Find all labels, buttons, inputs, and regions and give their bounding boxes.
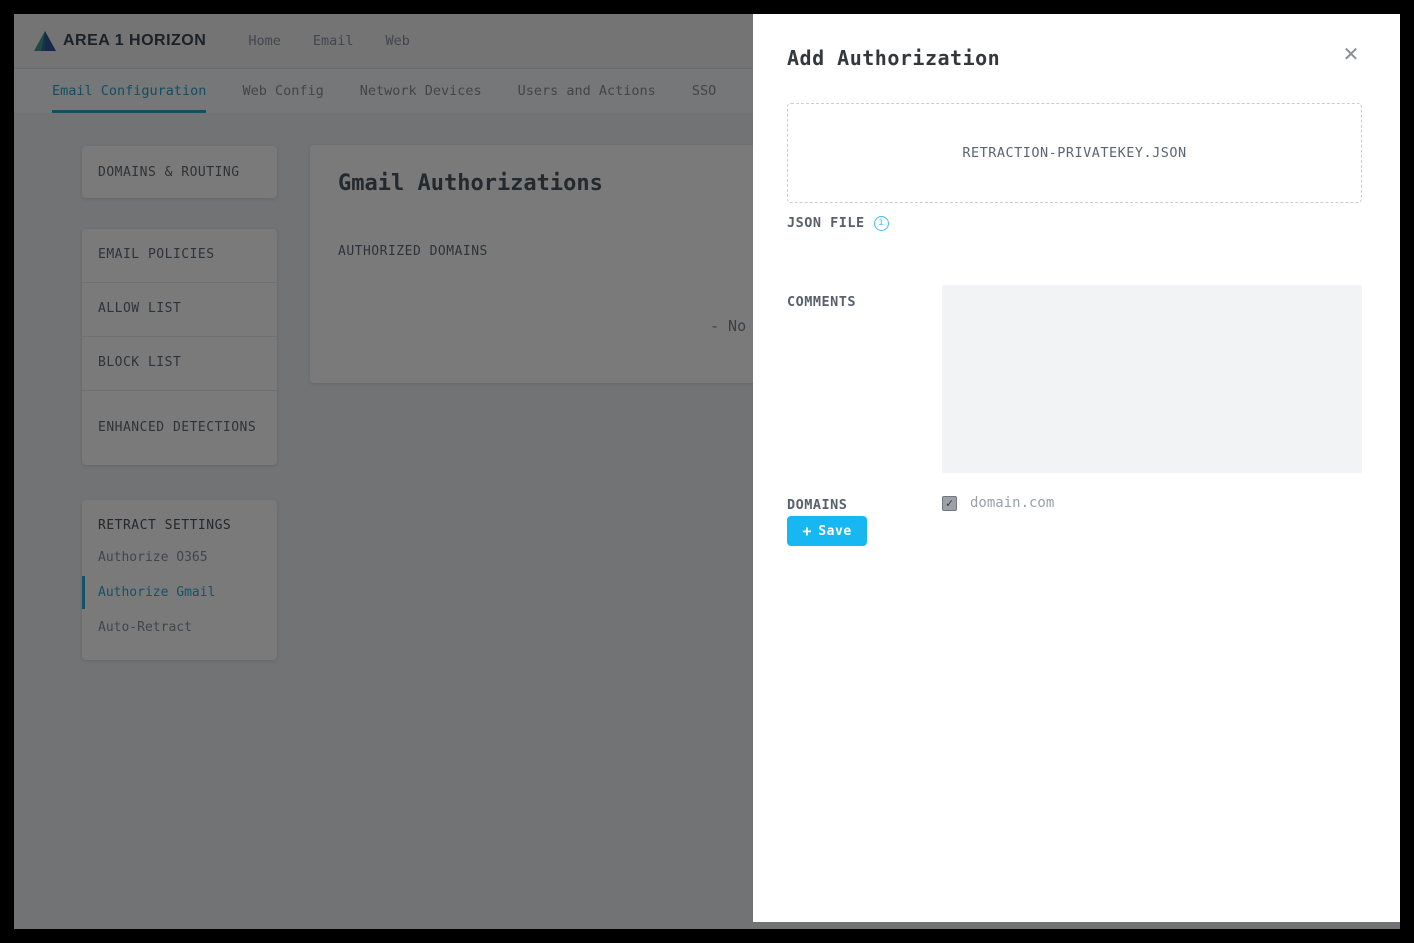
app-screen: AREA 1 HORIZON Home Email Web Email Conf… [14,14,1400,929]
save-button[interactable]: + Save [787,516,867,546]
close-icon[interactable]: ✕ [1336,39,1366,69]
domain-checkbox[interactable]: ✓ [942,496,957,511]
domains-label: DOMAINS [787,497,847,513]
comments-label: COMMENTS [787,294,856,310]
comments-textarea[interactable] [942,285,1362,473]
info-icon[interactable]: i [874,216,889,231]
json-file-dropzone[interactable]: RETRACTION-PRIVATEKEY.JSON [787,103,1362,203]
plus-icon: + [802,524,811,539]
domain-option[interactable]: ✓ domain.com [942,495,1054,511]
domain-option-label: domain.com [970,495,1054,511]
save-button-label: Save [818,524,851,539]
add-authorization-drawer: Add Authorization ✕ RETRACTION-PRIVATEKE… [753,14,1400,922]
uploaded-filename: RETRACTION-PRIVATEKEY.JSON [962,145,1186,161]
json-file-label-row: JSON FILE i [787,215,889,231]
json-file-label: JSON FILE [787,215,865,231]
drawer-title: Add Authorization [787,46,1000,70]
